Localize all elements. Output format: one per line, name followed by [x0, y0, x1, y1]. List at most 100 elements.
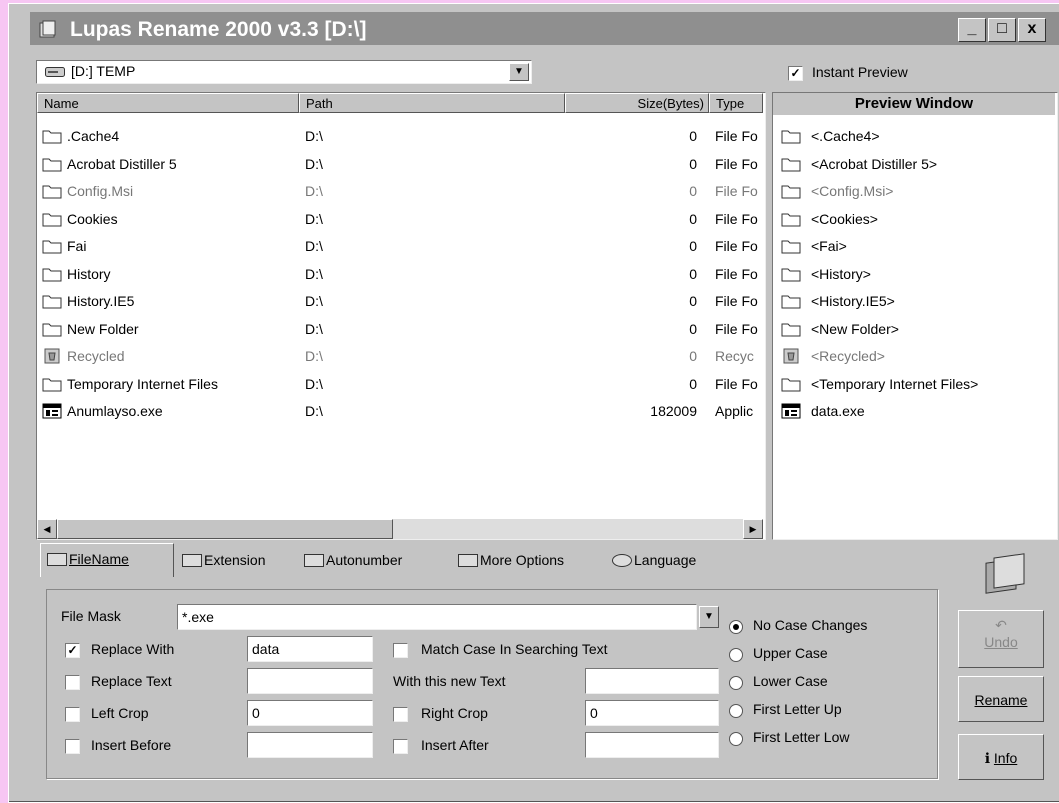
scroll-right-button[interactable]: ▶ — [743, 519, 763, 539]
right-crop-checkbox[interactable] — [393, 707, 408, 722]
folder-icon — [42, 128, 62, 144]
preview-item-text: <Recycled> — [811, 348, 885, 364]
autonumber-tab-icon — [304, 554, 324, 567]
file-mask-dropdown-icon[interactable]: ▼ — [699, 606, 719, 628]
preview-item[interactable]: <History.IE5> — [773, 288, 1055, 316]
insert-before-input[interactable] — [247, 732, 373, 758]
undo-button[interactable]: ↶ Undo — [958, 610, 1044, 668]
tab-extension[interactable]: Extension — [176, 545, 294, 575]
column-header-size[interactable]: Size(Bytes) — [565, 93, 709, 113]
insert-after-checkbox[interactable] — [393, 739, 408, 754]
replace-with-input[interactable]: data — [247, 636, 373, 662]
maximize-button[interactable]: □ — [988, 18, 1016, 42]
with-new-text-input[interactable] — [585, 668, 719, 694]
file-row[interactable]: Anumlayso.exe D:\ 182009 Applic — [37, 398, 763, 426]
file-row[interactable]: History D:\ 0 File Fo — [37, 261, 763, 289]
file-size: 0 — [689, 128, 697, 144]
preview-item[interactable]: data.exe — [773, 398, 1055, 426]
file-path: D:\ — [305, 238, 323, 254]
first-letter-low-label: First Letter Low — [753, 729, 850, 745]
tab-language[interactable]: Language — [606, 545, 736, 575]
preview-item[interactable]: <New Folder> — [773, 316, 1055, 344]
title-bar[interactable]: Lupas Rename 2000 v3.3 [D:\] _ □ x — [30, 12, 1059, 45]
preview-item[interactable]: <Cookies> — [773, 206, 1055, 234]
info-label: Info — [993, 750, 1018, 766]
preview-item[interactable]: <Fai> — [773, 233, 1055, 261]
drive-select[interactable]: [D:] TEMP ▼ — [36, 60, 532, 84]
chevron-down-icon[interactable]: ▼ — [509, 63, 529, 81]
tab-more-options-label: More Options — [480, 552, 565, 568]
preview-item-text: <Acrobat Distiller 5> — [811, 155, 938, 172]
replace-text-input[interactable] — [247, 668, 373, 694]
tab-autonumber-label: Autonumber — [326, 552, 403, 568]
tab-more-options[interactable]: More Options — [452, 545, 600, 575]
info-button[interactable]: ℹ Info — [958, 734, 1044, 780]
file-row[interactable]: Recycled D:\ 0 Recyc — [37, 343, 763, 371]
file-type: Applic — [715, 403, 754, 419]
close-button[interactable]: x — [1018, 18, 1046, 42]
folder-icon — [42, 156, 62, 172]
undo-label: Undo — [984, 634, 1018, 650]
replace-with-label: Replace With — [91, 641, 175, 657]
file-row[interactable]: Acrobat Distiller 5 D:\ 0 File Fo — [37, 151, 763, 179]
radio-lower-case[interactable] — [729, 676, 743, 690]
folders-logo-icon — [985, 553, 1025, 594]
drive-icon — [45, 67, 65, 77]
preview-item-text: <New Folder> — [811, 320, 899, 337]
radio-upper-case[interactable] — [729, 648, 743, 662]
file-row[interactable]: Cookies D:\ 0 File Fo — [37, 206, 763, 234]
file-path: D:\ — [305, 155, 323, 172]
file-row[interactable]: .Cache4 D:\ 0 File Fo — [37, 123, 763, 151]
file-mask-input[interactable]: *.exe — [177, 604, 697, 630]
file-mask-label: File Mask — [61, 608, 121, 624]
folder-icon — [42, 376, 62, 392]
folder-icon — [42, 266, 62, 282]
file-row[interactable]: Fai D:\ 0 File Fo — [37, 233, 763, 261]
preview-item[interactable]: <History> — [773, 261, 1055, 289]
preview-item[interactable]: <Temporary Internet Files> — [773, 371, 1055, 399]
replace-with-checkbox[interactable]: ✓ — [65, 643, 80, 658]
insert-after-input[interactable] — [585, 732, 719, 758]
radio-no-case-changes[interactable] — [729, 620, 743, 634]
radio-first-letter-low[interactable] — [729, 732, 743, 746]
insert-before-checkbox[interactable] — [65, 739, 80, 754]
file-row[interactable]: Temporary Internet Files D:\ 0 File Fo — [37, 371, 763, 399]
left-crop-checkbox[interactable] — [65, 707, 80, 722]
file-type: File Fo — [715, 128, 758, 144]
preview-item[interactable]: <Acrobat Distiller 5> — [773, 151, 1055, 179]
file-row[interactable]: New Folder D:\ 0 File Fo — [37, 316, 763, 344]
file-size: 182009 — [650, 403, 697, 419]
left-crop-input[interactable]: 0 — [247, 700, 373, 726]
file-name: Cookies — [67, 210, 118, 227]
replace-text-checkbox[interactable] — [65, 675, 80, 690]
column-header-type[interactable]: Type — [709, 93, 763, 113]
instant-preview-checkbox[interactable]: ✓ — [788, 66, 803, 81]
file-path: D:\ — [305, 348, 323, 364]
file-row[interactable]: History.IE5 D:\ 0 File Fo — [37, 288, 763, 316]
radio-first-letter-up[interactable] — [729, 704, 743, 718]
extension-tab-icon — [182, 554, 202, 567]
rename-button[interactable]: Rename — [958, 676, 1044, 722]
file-row[interactable]: Config.Msi D:\ 0 File Fo — [37, 178, 763, 206]
match-case-checkbox[interactable] — [393, 643, 408, 658]
preview-item[interactable]: <Recycled> — [773, 343, 1055, 371]
file-path: D:\ — [305, 293, 323, 309]
file-list[interactable]: Name Path Size(Bytes) Type .Cache4 D:\ 0 Fi… — [36, 92, 766, 540]
column-header-name[interactable]: Name — [37, 93, 299, 113]
scroll-left-button[interactable]: ◀ — [37, 519, 57, 539]
right-crop-input[interactable]: 0 — [585, 700, 719, 726]
tab-autonumber[interactable]: Autonumber — [298, 545, 448, 575]
preview-item[interactable]: <.Cache4> — [773, 123, 1055, 151]
file-type: File Fo — [715, 375, 758, 392]
horizontal-scrollbar[interactable]: ◀ ▶ — [37, 519, 763, 539]
column-header-path[interactable]: Path — [299, 93, 565, 113]
preview-item[interactable]: <Config.Msi> — [773, 178, 1055, 206]
scroll-thumb[interactable] — [57, 519, 393, 539]
minimize-button[interactable]: _ — [958, 18, 986, 42]
tab-filename[interactable]: FileName — [40, 543, 174, 577]
file-name: Acrobat Distiller 5 — [67, 155, 177, 172]
preview-window[interactable]: Preview Window <.Cache4> <Acrobat Distill… — [772, 92, 1058, 540]
folder-icon — [781, 293, 801, 309]
file-name: Config.Msi — [67, 183, 134, 199]
folder-icon — [781, 211, 801, 227]
